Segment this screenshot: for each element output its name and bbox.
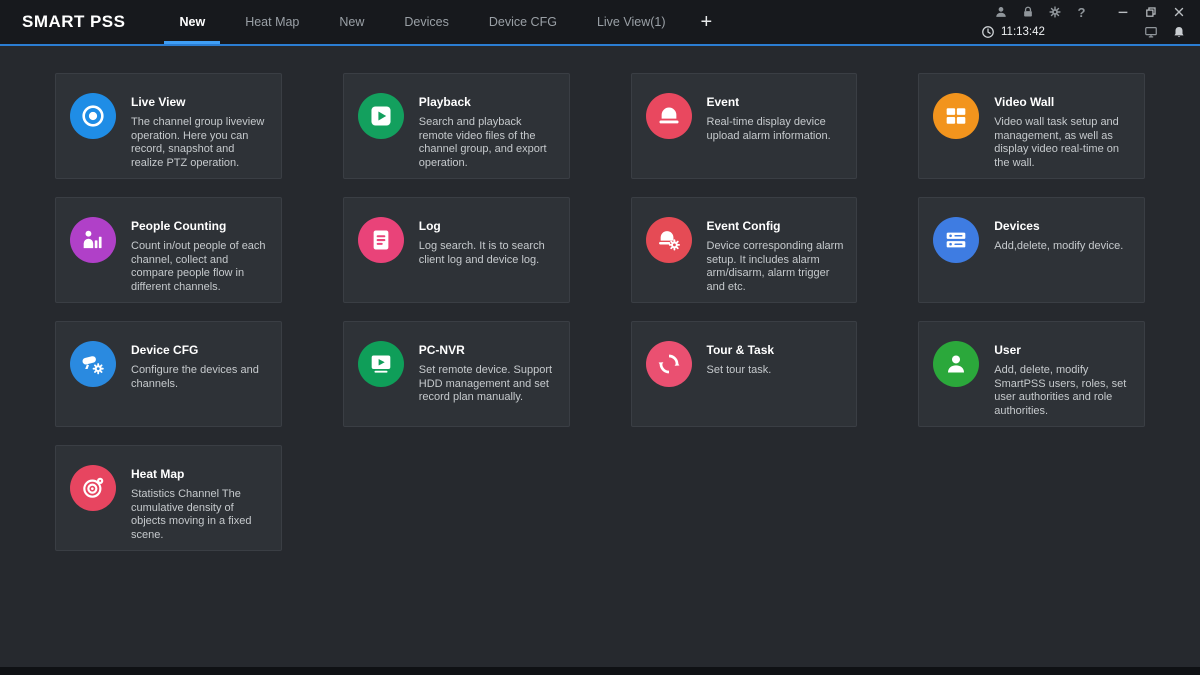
card-people-counting[interactable]: People Counting Count in/out people of ea… xyxy=(55,197,282,303)
title-bar: SMART PSS NewHeat MapNewDevicesDevice CF… xyxy=(0,0,1200,46)
logo-text-smart: SMART xyxy=(22,12,85,32)
card-description: Video wall task setup and management, as… xyxy=(994,116,1132,170)
card-title: Tour & Task xyxy=(707,343,775,357)
event-alarm-icon xyxy=(646,93,692,139)
card-description: Log search. It is to search client log a… xyxy=(419,240,557,267)
clock-time: 11:13:42 xyxy=(1001,26,1045,38)
card-description: Count in/out people of each channel, col… xyxy=(131,240,269,294)
card-description: Real-time display device upload alarm in… xyxy=(707,116,845,143)
card-description: Configure the devices and channels. xyxy=(131,364,269,391)
lock-icon[interactable] xyxy=(1020,5,1035,20)
device-cfg-icon xyxy=(70,341,116,387)
card-title: Devices xyxy=(994,219,1123,233)
card-tour-task[interactable]: Tour & Task Set tour task. xyxy=(631,321,858,427)
card-description: Search and playback remote video files o… xyxy=(419,116,557,170)
card-event[interactable]: Event Real-time display device upload ala… xyxy=(631,73,858,179)
card-playback[interactable]: Playback Search and playback remote video… xyxy=(343,73,570,179)
tab-devices[interactable]: Devices xyxy=(389,0,463,44)
card-description: Add,delete, modify device. xyxy=(994,240,1123,254)
video-wall-icon xyxy=(933,93,979,139)
card-live-view[interactable]: Live View The channel group liveview oper… xyxy=(55,73,282,179)
user-icon xyxy=(933,341,979,387)
card-event-config[interactable]: Event Config Device corresponding alarm s… xyxy=(631,197,858,303)
card-pc-nvr[interactable]: PC-NVR Set remote device. Support HDD man… xyxy=(343,321,570,427)
card-video-wall[interactable]: Video Wall Video wall task setup and mana… xyxy=(918,73,1145,179)
card-description: Add, delete, modify SmartPSS users, role… xyxy=(994,364,1132,418)
card-title: People Counting xyxy=(131,219,269,233)
live-view-icon xyxy=(70,93,116,139)
monitor-icon[interactable] xyxy=(1143,25,1158,40)
card-title: Event xyxy=(707,95,845,109)
card-description: Device corresponding alarm setup. It inc… xyxy=(707,240,845,294)
card-devices[interactable]: Devices Add,delete, modify device. xyxy=(918,197,1145,303)
card-log[interactable]: Log Log search. It is to search client lo… xyxy=(343,197,570,303)
log-icon xyxy=(358,217,404,263)
tab-new[interactable]: New xyxy=(324,0,379,44)
user-icon[interactable] xyxy=(993,5,1008,20)
playback-icon xyxy=(358,93,404,139)
tab-live-view-1[interactable]: Live View(1) xyxy=(582,0,681,44)
card-title: User xyxy=(994,343,1132,357)
card-description: The channel group liveview operation. He… xyxy=(131,116,269,170)
clock-icon xyxy=(980,25,995,40)
smartpss-window: SMART PSS NewHeat MapNewDevicesDevice CF… xyxy=(0,0,1200,675)
close-button[interactable] xyxy=(1171,5,1186,20)
tab-bar: NewHeat MapNewDevicesDevice CFGLive View… xyxy=(159,0,980,44)
tab-new[interactable]: New xyxy=(164,0,220,44)
card-title: Event Config xyxy=(707,219,845,233)
card-title: Video Wall xyxy=(994,95,1132,109)
card-title: Log xyxy=(419,219,557,233)
card-title: Playback xyxy=(419,95,557,109)
app-logo: SMART PSS xyxy=(0,0,159,44)
card-heat-map[interactable]: Heat Map Statistics Channel The cumulativ… xyxy=(55,445,282,551)
card-grid: Live View The channel group liveview oper… xyxy=(0,46,1200,578)
bottom-edge xyxy=(0,667,1200,675)
add-tab-button[interactable]: + xyxy=(691,0,723,44)
card-title: Live View xyxy=(131,95,269,109)
card-description: Set tour task. xyxy=(707,364,775,378)
tour-task-icon xyxy=(646,341,692,387)
bell-icon[interactable] xyxy=(1171,25,1186,40)
event-config-icon xyxy=(646,217,692,263)
minimize-button[interactable] xyxy=(1115,5,1130,20)
pc-nvr-icon xyxy=(358,341,404,387)
tab-heat-map[interactable]: Heat Map xyxy=(230,0,314,44)
gear-icon[interactable] xyxy=(1047,5,1062,20)
card-device-cfg[interactable]: Device CFG Configure the devices and chan… xyxy=(55,321,282,427)
status-icons xyxy=(1143,25,1186,40)
help-icon[interactable]: ? xyxy=(1074,5,1089,20)
titlebar-right: ? 11:13:42 xyxy=(980,0,1200,44)
logo-text-pss: PSS xyxy=(90,12,126,32)
heat-map-icon xyxy=(70,465,116,511)
window-controls xyxy=(1115,5,1186,20)
restore-button[interactable] xyxy=(1143,5,1158,20)
card-title: Device CFG xyxy=(131,343,269,357)
card-description: Statistics Channel The cumulative densit… xyxy=(131,488,269,542)
people-counting-icon xyxy=(70,217,116,263)
card-user[interactable]: User Add, delete, modify SmartPSS users, … xyxy=(918,321,1145,427)
devices-icon xyxy=(933,217,979,263)
card-title: Heat Map xyxy=(131,467,269,481)
card-description: Set remote device. Support HDD managemen… xyxy=(419,364,557,405)
tab-device-cfg[interactable]: Device CFG xyxy=(474,0,572,44)
card-title: PC-NVR xyxy=(419,343,557,357)
